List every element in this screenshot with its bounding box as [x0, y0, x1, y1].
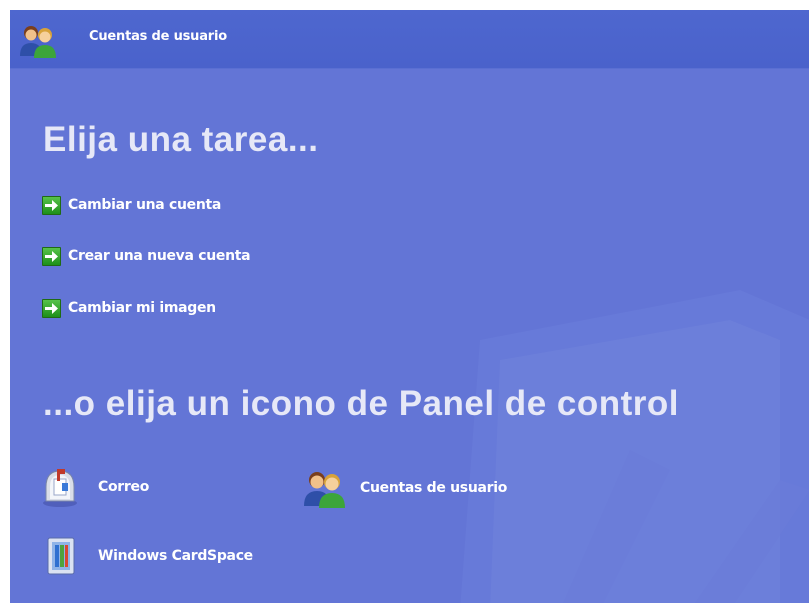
- task-label: Cambiar mi imagen: [68, 300, 216, 316]
- task-label: Crear una nueva cuenta: [68, 248, 251, 264]
- task-change-account[interactable]: Cambiar una cuenta: [42, 193, 221, 217]
- cp-item-label: Cuentas de usuario: [360, 480, 508, 496]
- cardspace-icon: [47, 537, 75, 575]
- user-accounts-icon: [304, 472, 345, 508]
- header-bar: Cuentas de usuario: [10, 10, 809, 69]
- cp-item-label: Windows CardSpace: [98, 548, 253, 564]
- task-create-account[interactable]: Crear una nueva cuenta: [42, 244, 251, 268]
- tasks-heading: Elija una tarea...: [43, 120, 319, 159]
- mail-icon: [43, 469, 77, 507]
- task-label: Cambiar una cuenta: [68, 197, 222, 213]
- cp-item-cardspace[interactable]: Windows CardSpace: [40, 534, 253, 578]
- control-panel-window: Cuentas de usuario Elija una tarea... Ca…: [10, 10, 809, 603]
- control-panel-heading: ...o elija un icono de Panel de control: [43, 384, 679, 423]
- cp-item-label: Correo: [98, 479, 150, 495]
- green-arrow-icon: [42, 195, 61, 215]
- green-arrow-icon: [42, 298, 61, 318]
- green-arrow-icon: [42, 246, 61, 266]
- user-accounts-icon: [20, 26, 56, 58]
- cp-item-user-accounts[interactable]: Cuentas de usuario: [302, 466, 507, 510]
- window-title: Cuentas de usuario: [89, 29, 227, 44]
- cp-item-mail[interactable]: Correo: [40, 465, 149, 509]
- task-change-picture[interactable]: Cambiar mi imagen: [42, 296, 216, 320]
- watermark-graphic: [460, 290, 809, 603]
